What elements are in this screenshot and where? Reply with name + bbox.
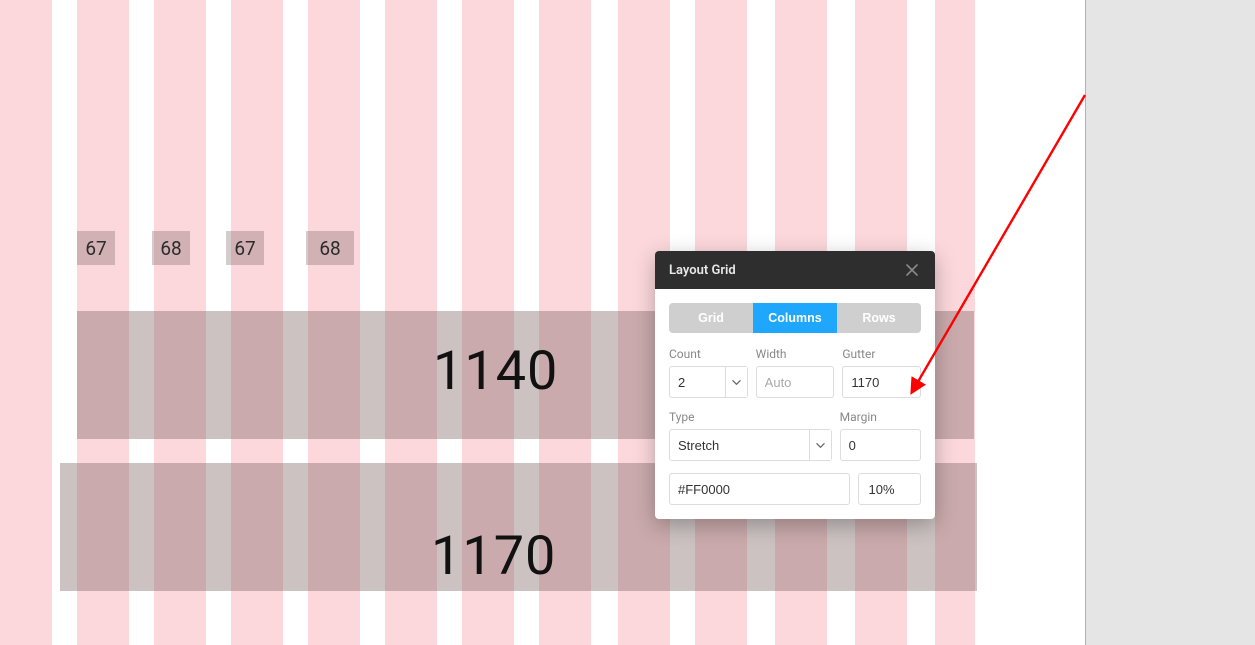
count-field[interactable] — [669, 366, 748, 398]
count-input[interactable] — [678, 375, 725, 390]
margin-label: Margin — [840, 410, 921, 424]
measure-tag: 67 — [226, 231, 264, 265]
panel-title: Layout Grid — [669, 263, 736, 278]
measure-tag: 68 — [306, 231, 354, 265]
count-stepper[interactable] — [725, 367, 747, 397]
type-value[interactable] — [678, 438, 809, 453]
measure-tag: 68 — [152, 231, 190, 265]
tab-rows[interactable]: Rows — [837, 303, 921, 333]
width-label: Width — [756, 347, 835, 361]
close-icon[interactable] — [897, 251, 927, 289]
margin-field[interactable] — [840, 429, 921, 461]
gutter-input[interactable] — [851, 375, 912, 390]
tab-grid[interactable]: Grid — [669, 303, 753, 333]
width-input[interactable] — [765, 375, 826, 390]
measure-tag: 67 — [77, 231, 115, 265]
width-field[interactable] — [756, 366, 835, 398]
color-hex-input[interactable] — [670, 482, 850, 497]
grid-opacity-field[interactable] — [858, 473, 921, 505]
gutter-field[interactable] — [842, 366, 921, 398]
opacity-input[interactable] — [867, 481, 912, 498]
container-1170-label: 1170 — [431, 525, 556, 588]
type-select[interactable] — [669, 429, 832, 461]
layout-grid-panel: Layout Grid Grid Columns Rows Count Widt… — [655, 251, 935, 519]
chevron-down-icon[interactable] — [809, 430, 831, 460]
margin-input[interactable] — [849, 438, 912, 453]
gutter-label: Gutter — [842, 347, 921, 361]
grid-color-field[interactable] — [669, 473, 850, 505]
panel-header[interactable]: Layout Grid — [655, 251, 935, 289]
tab-columns[interactable]: Columns — [753, 303, 837, 333]
canvas-edge-guide — [1085, 0, 1086, 645]
grid-type-segmented: Grid Columns Rows — [669, 303, 921, 333]
type-label: Type — [669, 410, 832, 424]
count-label: Count — [669, 347, 748, 361]
container-1140-label: 1140 — [433, 340, 558, 403]
